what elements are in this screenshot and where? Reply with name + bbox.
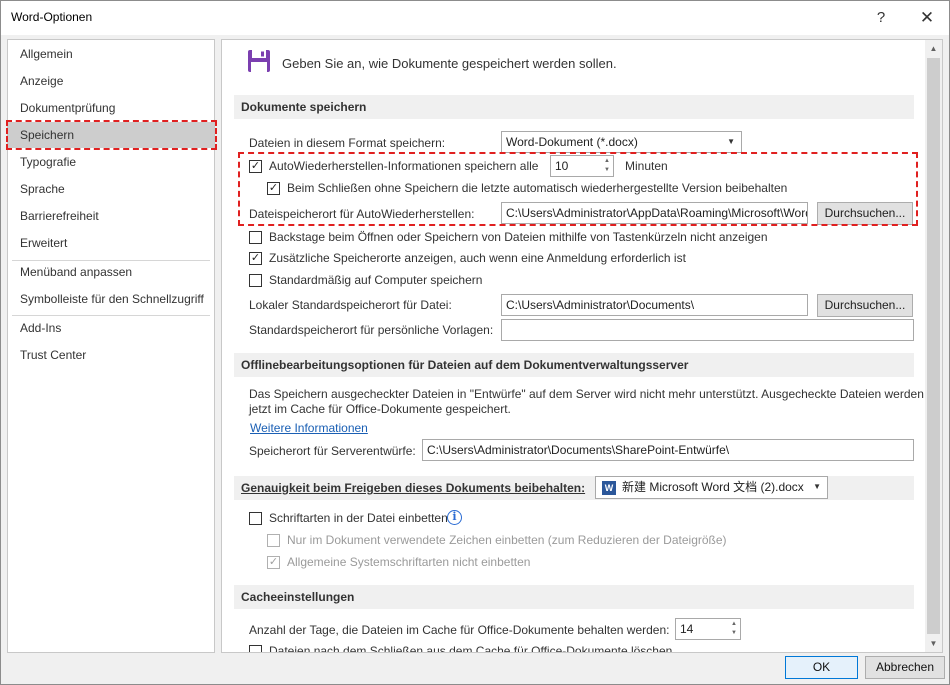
keep-last-version-label: Beim Schließen ohne Speichern die letzte… xyxy=(287,181,788,195)
only-used-chars-label: Nur im Dokument verwendete Zeichen einbe… xyxy=(287,533,727,547)
sidebar-item-dokumentpruefung[interactable]: Dokumentprüfung xyxy=(8,95,214,121)
cache-days-value: 14 xyxy=(680,622,694,636)
sidebar-item-sprache[interactable]: Sprache xyxy=(8,176,214,202)
title-bar: Word-Optionen ? ✕ xyxy=(1,1,949,35)
default-computer-label: Standardmäßig auf Computer speichern xyxy=(269,273,483,287)
only-used-chars-checkbox xyxy=(267,534,280,547)
options-content-panel: Geben Sie an, wie Dokumente gespeichert … xyxy=(221,39,943,653)
sidebar-item-anzeige[interactable]: Anzeige xyxy=(8,68,214,94)
additional-locations-label: Zusätzliche Speicherorte anzeigen, auch … xyxy=(269,251,686,265)
autorecover-minutes-value: 10 xyxy=(555,159,569,173)
sidebar-item-allgemein[interactable]: Allgemein xyxy=(8,41,214,67)
close-button[interactable]: ✕ xyxy=(913,5,941,31)
vertical-scrollbar[interactable]: ▲ ▼ xyxy=(925,40,942,652)
section-cache-settings: Cacheeinstellungen xyxy=(234,585,914,609)
autorecover-location-value: C:\Users\Administrator\AppData\Roaming\M… xyxy=(506,206,808,220)
delete-cache-checkbox[interactable] xyxy=(249,645,262,652)
word-options-dialog: Word-Optionen ? ✕ Allgemein Anzeige Doku… xyxy=(0,0,950,685)
info-icon[interactable]: i xyxy=(447,510,462,525)
autorecover-location-label: Dateispeicherort für AutoWiederherstelle… xyxy=(249,207,475,221)
sidebar-item-trust-center[interactable]: Trust Center xyxy=(8,342,214,368)
sidebar-item-menueband-anpassen[interactable]: Menüband anpassen xyxy=(8,259,214,285)
server-drafts-value: C:\Users\Administrator\Documents\SharePo… xyxy=(427,443,730,457)
scrollbar-thumb[interactable] xyxy=(927,58,940,634)
help-button[interactable]: ? xyxy=(867,5,895,31)
spinner-arrows-icon[interactable]: ▲ ▼ xyxy=(604,157,610,175)
backstage-label: Backstage beim Öffnen oder Speichern von… xyxy=(269,230,768,244)
embed-fonts-checkbox[interactable] xyxy=(249,512,262,525)
default-computer-checkbox[interactable] xyxy=(249,274,262,287)
autorecover-location-input[interactable]: C:\Users\Administrator\AppData\Roaming\M… xyxy=(501,202,808,224)
chevron-down-icon: ▼ xyxy=(727,137,735,146)
floppy-save-icon xyxy=(248,50,270,72)
no-system-fonts-checkbox: ✓ xyxy=(267,556,280,569)
sidebar-item-barrierefreiheit[interactable]: Barrierefreiheit xyxy=(8,203,214,229)
scroll-up-icon[interactable]: ▲ xyxy=(925,40,942,57)
offline-info-line2: jetzt im Cache für Office-Dokumente gesp… xyxy=(249,402,511,416)
fidelity-document-dropdown[interactable]: W 新建 Microsoft Word 文档 (2).docx ▼ xyxy=(595,476,828,499)
backstage-checkbox[interactable] xyxy=(249,231,262,244)
browse-autorecover-button[interactable]: Durchsuchen... xyxy=(817,202,913,225)
sidebar-item-symbolleiste[interactable]: Symbolleiste für den Schnellzugriff xyxy=(8,286,214,312)
word-document-icon: W xyxy=(602,481,616,495)
keep-last-version-checkbox[interactable]: ✓ xyxy=(267,182,280,195)
server-drafts-label: Speicherort für Serverentwürfe: xyxy=(249,444,416,458)
autorecover-label: AutoWiederherstellen-Informationen speic… xyxy=(269,159,539,173)
autorecover-minutes-spinner[interactable]: 10 ▲ ▼ xyxy=(550,155,614,177)
fidelity-title: Genauigkeit beim Freigeben dieses Dokume… xyxy=(241,481,586,495)
no-system-fonts-label: Allgemeine Systemschriftarten nicht einb… xyxy=(287,555,531,569)
format-label: Dateien in diesem Format speichern: xyxy=(249,136,446,150)
offline-info-line1: Das Speichern ausgecheckter Dateien in "… xyxy=(249,387,924,401)
local-default-location-label: Lokaler Standardspeicherort für Datei: xyxy=(249,298,452,312)
local-default-location-value: C:\Users\Administrator\Documents\ xyxy=(506,298,695,312)
sidebar-item-erweitert[interactable]: Erweitert xyxy=(8,230,214,256)
templates-location-input[interactable] xyxy=(501,319,914,341)
server-drafts-input[interactable]: C:\Users\Administrator\Documents\SharePo… xyxy=(422,439,914,461)
options-sidebar: Allgemein Anzeige Dokumentprüfung Speich… xyxy=(7,39,215,653)
scroll-down-icon[interactable]: ▼ xyxy=(925,635,942,652)
ok-button[interactable]: OK xyxy=(785,656,858,679)
more-info-link[interactable]: Weitere Informationen xyxy=(250,421,368,435)
autorecover-checkbox[interactable]: ✓ xyxy=(249,160,262,173)
section-dokumente-speichern: Dokumente speichern xyxy=(234,95,914,119)
templates-location-label: Standardspeicherort für persönliche Vorl… xyxy=(249,323,494,337)
sidebar-item-speichern[interactable]: Speichern xyxy=(8,122,214,148)
delete-cache-label: Dateien nach dem Schließen aus dem Cache… xyxy=(269,644,673,653)
page-header-text: Geben Sie an, wie Dokumente gespeichert … xyxy=(282,56,617,71)
sidebar-item-add-ins[interactable]: Add-Ins xyxy=(8,315,214,341)
section-offline-editing: Offlinebearbeitungsoptionen für Dateien … xyxy=(234,353,914,377)
embed-fonts-label: Schriftarten in der Datei einbetten xyxy=(269,511,448,525)
cancel-button[interactable]: Abbrechen xyxy=(865,656,945,679)
spinner-arrows-icon[interactable]: ▲ ▼ xyxy=(731,620,737,638)
chevron-down-icon: ▼ xyxy=(813,482,821,491)
fidelity-document-value: 新建 Microsoft Word 文档 (2).docx xyxy=(622,480,804,494)
format-dropdown[interactable]: Word-Dokument (*.docx) ▼ xyxy=(501,131,742,153)
minutes-label: Minuten xyxy=(625,159,668,173)
cache-days-spinner[interactable]: 14 ▲ ▼ xyxy=(675,618,741,640)
sidebar-item-typografie[interactable]: Typografie xyxy=(8,149,214,175)
format-dropdown-value: Word-Dokument (*.docx) xyxy=(506,135,638,149)
window-title: Word-Optionen xyxy=(11,10,93,24)
browse-local-default-button[interactable]: Durchsuchen... xyxy=(817,294,913,317)
local-default-location-input[interactable]: C:\Users\Administrator\Documents\ xyxy=(501,294,808,316)
cache-days-label: Anzahl der Tage, die Dateien im Cache fü… xyxy=(249,623,670,637)
additional-locations-checkbox[interactable]: ✓ xyxy=(249,252,262,265)
